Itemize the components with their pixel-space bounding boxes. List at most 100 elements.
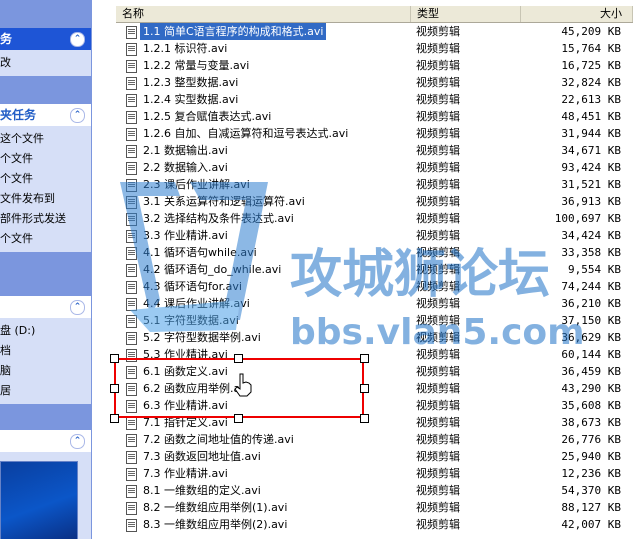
file-type: 视频剪辑 — [416, 484, 460, 497]
file-size: 36,210 KB — [561, 297, 621, 310]
file-type: 视频剪辑 — [416, 25, 460, 38]
video-file-icon — [126, 332, 137, 345]
file-size: 93,424 KB — [561, 161, 621, 174]
place-link[interactable]: 档 — [0, 341, 91, 361]
other-places-header[interactable]: ⌃ — [0, 296, 91, 318]
file-row[interactable]: 1.2.1 标识符.avi 视频剪辑 15,764 KB — [116, 40, 633, 57]
file-type: 视频剪辑 — [416, 195, 460, 208]
file-type: 视频剪辑 — [416, 42, 460, 55]
file-row[interactable]: 1.2.2 常量与变量.avi 视频剪辑 16,725 KB — [116, 57, 633, 74]
file-type: 视频剪辑 — [416, 110, 460, 123]
resize-handle[interactable] — [234, 354, 243, 363]
resize-handle[interactable] — [360, 414, 369, 423]
task-panel-1-title: 务 — [0, 32, 13, 46]
file-size: 45,209 KB — [561, 25, 621, 38]
file-type: 视频剪辑 — [416, 399, 460, 412]
file-row[interactable]: 8.3 一维数组应用举例(2).avi 视频剪辑 42,007 KB — [116, 516, 633, 533]
file-size: 15,764 KB — [561, 42, 621, 55]
file-size: 12,236 KB — [561, 467, 621, 480]
file-row[interactable]: 2.2 数据输入.avi 视频剪辑 93,424 KB — [116, 159, 633, 176]
file-row[interactable]: 4.3 循环语句for.avi 视频剪辑 74,244 KB — [116, 278, 633, 295]
file-type: 视频剪辑 — [416, 93, 460, 106]
collapse-chevron-icon[interactable]: ⌃ — [70, 32, 85, 47]
file-name: 4.1 循环语句while.avi — [143, 246, 257, 259]
file-size: 48,451 KB — [561, 110, 621, 123]
place-link[interactable]: 盘 (D:) — [0, 321, 91, 341]
resize-handle[interactable] — [360, 384, 369, 393]
collapse-chevron-icon[interactable]: ⌃ — [70, 108, 85, 123]
video-file-icon — [126, 451, 137, 464]
file-size: 74,244 KB — [561, 280, 621, 293]
file-row[interactable]: 7.3 作业精讲.avi 视频剪辑 12,236 KB — [116, 465, 633, 482]
file-size: 33,358 KB — [561, 246, 621, 259]
file-size: 42,007 KB — [561, 518, 621, 531]
file-name: 1.2.6 自加、自减运算符和逗号表达式.avi — [143, 127, 349, 140]
resize-handle[interactable] — [110, 354, 119, 363]
file-row[interactable]: 5.2 字符型数据举例.avi 视频剪辑 36,629 KB — [116, 329, 633, 346]
file-row[interactable]: 7.2 函数之间地址值的传递.avi 视频剪辑 26,776 KB — [116, 431, 633, 448]
file-type: 视频剪辑 — [416, 314, 460, 327]
file-name: 5.1 字符型数据.avi — [143, 314, 239, 327]
file-row[interactable]: 3.2 选择结构及条件表达式.avi 视频剪辑 100,697 KB — [116, 210, 633, 227]
resize-handle[interactable] — [360, 354, 369, 363]
task-link[interactable]: 文件发布到 — [0, 189, 91, 209]
task-link[interactable]: 个文件 — [0, 149, 91, 169]
column-header-bar: 名称 类型 大小 — [116, 6, 633, 23]
file-name: 4.2 循环语句_do_while.avi — [143, 263, 282, 276]
column-header-size[interactable]: 大小 — [521, 6, 633, 22]
resize-handle[interactable] — [234, 414, 243, 423]
collapse-chevron-icon[interactable]: ⌃ — [70, 434, 85, 449]
file-size: 22,613 KB — [561, 93, 621, 106]
file-size: 16,725 KB — [561, 59, 621, 72]
file-row[interactable]: 3.1 关系运算符和逻辑运算符.avi 视频剪辑 36,913 KB — [116, 193, 633, 210]
file-row[interactable]: 5.1 字符型数据.avi 视频剪辑 37,150 KB — [116, 312, 633, 329]
file-name: 7.3 作业精讲.avi — [143, 467, 228, 480]
file-size: 54,370 KB — [561, 484, 621, 497]
resize-handle[interactable] — [110, 414, 119, 423]
file-type: 视频剪辑 — [416, 518, 460, 531]
task-link[interactable]: 部件形式发送 — [0, 209, 91, 229]
video-file-icon — [126, 26, 137, 39]
video-file-icon — [126, 162, 137, 175]
file-size: 37,150 KB — [561, 314, 621, 327]
hand-cursor-icon — [234, 373, 252, 397]
file-row[interactable]: 1.2.3 整型数据.avi 视频剪辑 32,824 KB — [116, 74, 633, 91]
preview-thumbnail — [0, 461, 78, 539]
video-file-icon — [126, 77, 137, 90]
file-row[interactable]: 1.2.5 复合赋值表达式.avi 视频剪辑 48,451 KB — [116, 108, 633, 125]
file-row[interactable]: 4.4 课后作业讲解.avi 视频剪辑 36,210 KB — [116, 295, 633, 312]
file-row[interactable]: 4.1 循环语句while.avi 视频剪辑 33,358 KB — [116, 244, 633, 261]
file-name: 1.1 简单C语言程序的构成和格式.avi — [140, 23, 327, 40]
file-row[interactable]: 7.3 函数返回地址值.avi 视频剪辑 25,940 KB — [116, 448, 633, 465]
task-link[interactable]: 个文件 — [0, 229, 91, 249]
file-name: 1.2.5 复合赋值表达式.avi — [143, 110, 272, 123]
file-row[interactable]: 1.1 简单C语言程序的构成和格式.avi 视频剪辑 45,209 KB — [116, 23, 633, 40]
column-header-type[interactable]: 类型 — [411, 6, 521, 22]
file-name: 1.2.4 实型数据.avi — [143, 93, 239, 106]
task-panel-1-header[interactable]: 务 ⌃ — [0, 28, 91, 50]
task-link[interactable]: 改 — [0, 53, 91, 73]
resize-handle[interactable] — [110, 384, 119, 393]
details-header[interactable]: ⌃ — [0, 430, 91, 452]
task-panel-folder-header[interactable]: 夹任务 ⌃ — [0, 104, 91, 126]
file-row[interactable]: 1.2.6 自加、自减运算符和逗号表达式.avi 视频剪辑 31,944 KB — [116, 125, 633, 142]
video-file-icon — [126, 315, 137, 328]
file-row[interactable]: 2.3 课后作业讲解.avi 视频剪辑 31,521 KB — [116, 176, 633, 193]
video-file-icon — [126, 128, 137, 141]
place-link[interactable]: 脑 — [0, 361, 91, 381]
file-row[interactable]: 4.2 循环语句_do_while.avi 视频剪辑 9,554 KB — [116, 261, 633, 278]
file-row[interactable]: 2.1 数据输出.avi 视频剪辑 34,671 KB — [116, 142, 633, 159]
place-link[interactable]: 居 — [0, 381, 91, 401]
task-link[interactable]: 个文件 — [0, 169, 91, 189]
file-row[interactable]: 3.3 作业精讲.avi 视频剪辑 34,424 KB — [116, 227, 633, 244]
file-row[interactable]: 8.2 一维数组应用举例(1).avi 视频剪辑 88,127 KB — [116, 499, 633, 516]
file-name: 3.3 作业精讲.avi — [143, 229, 228, 242]
collapse-chevron-icon[interactable]: ⌃ — [70, 300, 85, 315]
column-header-name[interactable]: 名称 — [116, 6, 411, 22]
file-type: 视频剪辑 — [416, 161, 460, 174]
video-file-icon — [126, 247, 137, 260]
file-row[interactable]: 8.1 一维数组的定义.avi 视频剪辑 54,370 KB — [116, 482, 633, 499]
task-link[interactable]: 这个文件 — [0, 129, 91, 149]
file-row[interactable]: 1.2.4 实型数据.avi 视频剪辑 22,613 KB — [116, 91, 633, 108]
file-type: 视频剪辑 — [416, 297, 460, 310]
